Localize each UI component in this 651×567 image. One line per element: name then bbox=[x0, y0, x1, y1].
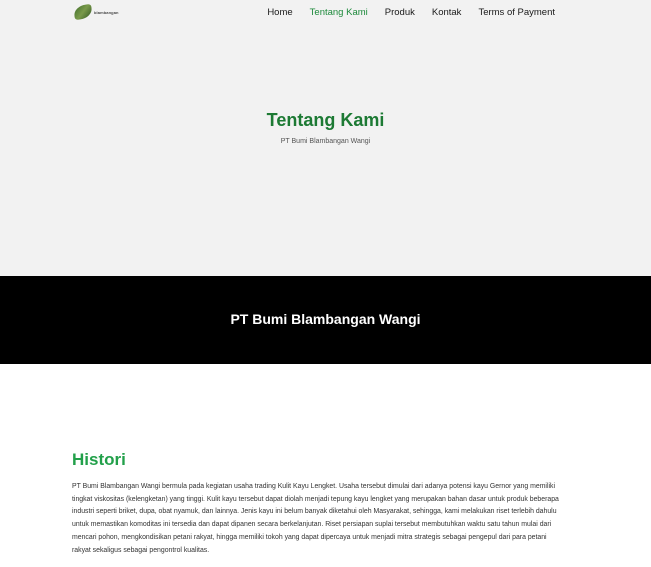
page-title: Tentang Kami bbox=[266, 110, 385, 130]
page-subtitle: PT Bumi Blambangan Wangi bbox=[280, 138, 371, 145]
nav-terms-of-payment[interactable]: Terms of Payment bbox=[478, 7, 555, 18]
logo-text: blambangan bbox=[94, 9, 119, 15]
hero-section: blambangan Home Tentang Kami Produk Kont… bbox=[0, 0, 651, 276]
leaf-logo-icon bbox=[73, 3, 93, 21]
navbar: blambangan Home Tentang Kami Produk Kont… bbox=[0, 0, 651, 26]
company-banner-title: PT Bumi Blambangan Wangi bbox=[230, 311, 421, 327]
main-nav: Home Tentang Kami Produk Kontak Terms of… bbox=[250, 7, 555, 18]
nav-produk[interactable]: Produk bbox=[385, 7, 415, 18]
nav-kontak[interactable]: Kontak bbox=[432, 7, 462, 18]
histori-heading: Histori bbox=[72, 450, 126, 469]
company-banner: PT Bumi Blambangan Wangi bbox=[0, 276, 651, 364]
site-logo[interactable]: blambangan bbox=[73, 3, 122, 21]
histori-paragraph: PT Bumi Blambangan Wangi bermula pada ke… bbox=[72, 483, 559, 554]
nav-tentang-kami[interactable]: Tentang Kami bbox=[310, 7, 368, 18]
nav-home[interactable]: Home bbox=[267, 7, 292, 18]
